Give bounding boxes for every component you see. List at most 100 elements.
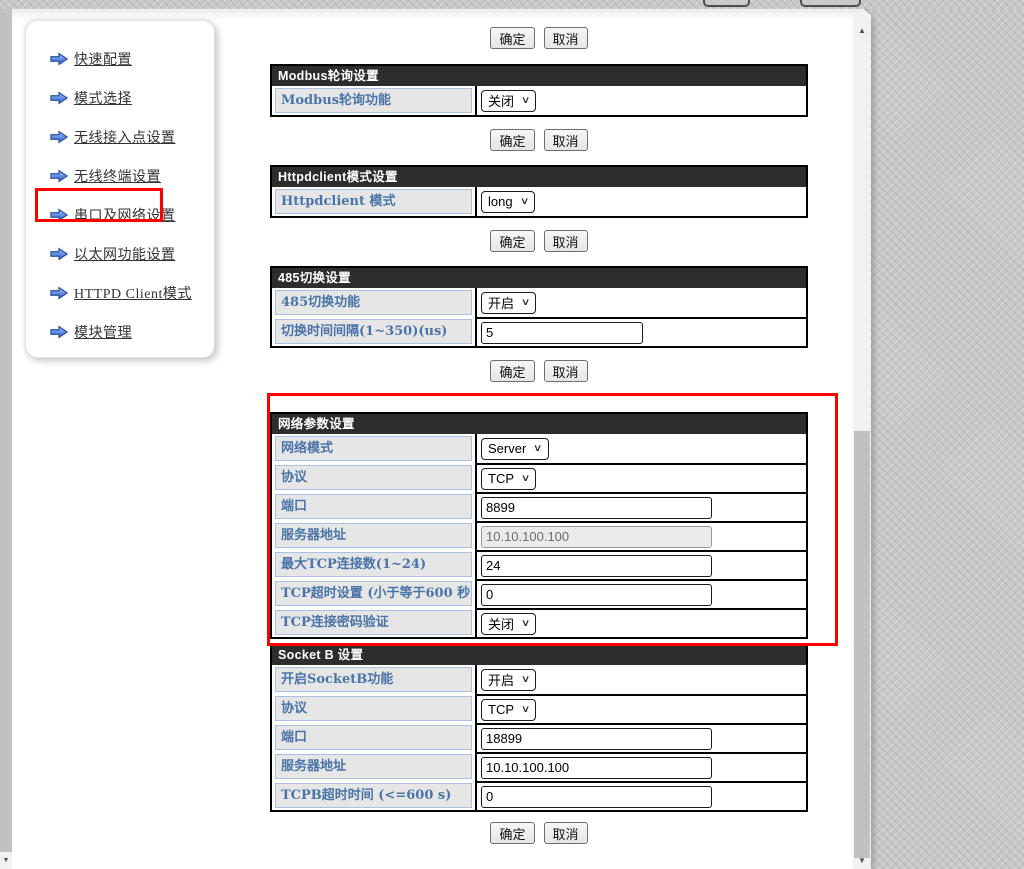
dropdown-select[interactable]: Server∨ bbox=[481, 438, 549, 460]
field-label: 端口 bbox=[275, 725, 472, 750]
scroll-down-icon[interactable]: ▼ bbox=[0, 853, 12, 869]
button-row: 确定 取消 bbox=[270, 129, 808, 151]
sidebar-item[interactable]: 模块管理 bbox=[50, 322, 214, 342]
partial-button-left[interactable] bbox=[703, 0, 750, 7]
blue-arrow-icon bbox=[50, 52, 68, 66]
chevron-down-icon: ∨ bbox=[521, 297, 531, 308]
sidebar-link[interactable]: 模式选择 bbox=[74, 88, 132, 108]
field-value-cell: Server∨ bbox=[475, 434, 806, 463]
frame-scrollbar[interactable]: ▲ ▼ bbox=[853, 14, 871, 869]
field-value-cell: TCP∨ bbox=[475, 463, 806, 492]
text-input[interactable] bbox=[481, 728, 712, 750]
scroll-up-icon[interactable]: ▲ bbox=[853, 22, 871, 39]
sidebar-link[interactable]: 快速配置 bbox=[74, 49, 132, 69]
sidebar-item[interactable]: HTTPD Client模式 bbox=[50, 283, 214, 303]
ok-button[interactable]: 确定 bbox=[490, 822, 534, 844]
field-value-cell bbox=[475, 550, 806, 579]
text-input[interactable] bbox=[481, 322, 643, 344]
chevron-down-icon: ∨ bbox=[521, 95, 531, 106]
blue-arrow-icon bbox=[50, 247, 68, 261]
field-value-cell bbox=[475, 723, 806, 752]
sidebar-item[interactable]: 模式选择 bbox=[50, 88, 214, 108]
sidebar-item[interactable]: 以太网功能设置 bbox=[50, 244, 214, 264]
text-input[interactable] bbox=[481, 584, 712, 606]
dropdown-select[interactable]: 关闭∨ bbox=[481, 90, 536, 112]
sidebar-link[interactable]: 无线终端设置 bbox=[74, 166, 161, 186]
partial-button-right[interactable] bbox=[800, 0, 861, 7]
field-value-cell bbox=[475, 317, 806, 346]
config-row: Httpdclient 模式 long∨ bbox=[272, 187, 806, 216]
section-socket-b: Socket B 设置 开启SocketB功能 开启∨ 协议 bbox=[270, 643, 808, 812]
section-httpdclient: Httpdclient模式设置 Httpdclient 模式 long∨ bbox=[270, 165, 808, 218]
field-value-cell: 关闭∨ bbox=[475, 86, 806, 115]
section-modbus: Modbus轮询设置 Modbus轮询功能 关闭∨ bbox=[270, 64, 808, 117]
section-title: 485切换设置 bbox=[272, 268, 806, 288]
text-input[interactable] bbox=[481, 497, 712, 519]
field-value-cell: 开启∨ bbox=[475, 665, 806, 694]
sidebar-link[interactable]: 模块管理 bbox=[74, 322, 132, 342]
dropdown-select[interactable]: TCP∨ bbox=[481, 468, 536, 490]
scroll-down-icon[interactable]: ▼ bbox=[853, 852, 871, 869]
section-title: Socket B 设置 bbox=[272, 645, 806, 665]
field-label: 协议 bbox=[275, 696, 472, 721]
field-label: 切换时间间隔(1~350)(us) bbox=[275, 319, 472, 344]
chevron-down-icon: ∨ bbox=[533, 443, 543, 454]
cancel-button[interactable]: 取消 bbox=[544, 27, 588, 49]
sidebar-item[interactable]: 串口及网络设置 bbox=[50, 205, 214, 225]
sidebar-link[interactable]: 无线接入点设置 bbox=[74, 127, 176, 147]
config-row: 协议 TCP∨ bbox=[272, 694, 806, 723]
sidebar-link[interactable]: HTTPD Client模式 bbox=[74, 283, 192, 303]
field-value-cell: 关闭∨ bbox=[475, 608, 806, 637]
ok-button[interactable]: 确定 bbox=[490, 360, 534, 382]
text-input-disabled bbox=[481, 526, 712, 548]
frame-scrollbar-thumb[interactable] bbox=[854, 431, 870, 858]
sidebar-link[interactable]: 以太网功能设置 bbox=[74, 244, 176, 264]
text-input[interactable] bbox=[481, 555, 712, 577]
dropdown-select[interactable]: TCP∨ bbox=[481, 699, 536, 721]
dropdown-select[interactable]: 开启∨ bbox=[481, 669, 536, 691]
blue-arrow-icon bbox=[50, 91, 68, 105]
sidebar-link[interactable]: 串口及网络设置 bbox=[74, 205, 176, 225]
ok-button[interactable]: 确定 bbox=[490, 230, 534, 252]
button-row-bottom: 确定 取消 bbox=[270, 822, 808, 844]
sidebar-nav: 快速配置 模式选择 bbox=[25, 20, 215, 358]
ok-button[interactable]: 确定 bbox=[490, 27, 534, 49]
cancel-button[interactable]: 取消 bbox=[544, 129, 588, 151]
field-value-cell bbox=[475, 521, 806, 550]
ok-button[interactable]: 确定 bbox=[490, 129, 534, 151]
field-label: 端口 bbox=[275, 494, 472, 519]
blue-arrow-icon bbox=[50, 286, 68, 300]
sidebar-item[interactable]: 无线接入点设置 bbox=[50, 127, 214, 147]
config-row: 端口 bbox=[272, 723, 806, 752]
field-label: 服务器地址 bbox=[275, 754, 472, 779]
field-value-cell bbox=[475, 492, 806, 521]
field-label: Httpdclient 模式 bbox=[275, 189, 472, 214]
chevron-down-icon: ∨ bbox=[521, 618, 531, 629]
config-row: 协议 TCP∨ bbox=[272, 463, 806, 492]
cancel-button[interactable]: 取消 bbox=[544, 360, 588, 382]
section-title: 网络参数设置 bbox=[272, 414, 806, 434]
field-value-cell bbox=[475, 752, 806, 781]
window-scrollbar[interactable]: ▼ bbox=[0, 0, 12, 869]
field-value-cell: 开启∨ bbox=[475, 288, 806, 317]
cancel-button[interactable]: 取消 bbox=[544, 822, 588, 844]
cancel-button[interactable]: 取消 bbox=[544, 230, 588, 252]
sidebar-item[interactable]: 无线终端设置 bbox=[50, 166, 214, 186]
blue-arrow-icon bbox=[50, 325, 68, 339]
dropdown-select[interactable]: 关闭∨ bbox=[481, 613, 536, 635]
content-panel: 快速配置 模式选择 bbox=[12, 8, 871, 869]
blue-arrow-icon bbox=[50, 169, 68, 183]
browser-viewport: ▼ 快速配置 bbox=[0, 0, 1024, 869]
field-value-cell: TCP∨ bbox=[475, 694, 806, 723]
text-input[interactable] bbox=[481, 757, 712, 779]
sidebar-item[interactable]: 快速配置 bbox=[50, 49, 214, 69]
dropdown-select[interactable]: 开启∨ bbox=[481, 292, 536, 314]
text-input[interactable] bbox=[481, 786, 712, 808]
config-row: Modbus轮询功能 关闭∨ bbox=[272, 86, 806, 115]
chevron-down-icon: ∨ bbox=[521, 674, 531, 685]
config-row: 开启SocketB功能 开启∨ bbox=[272, 665, 806, 694]
dropdown-select[interactable]: long∨ bbox=[481, 191, 535, 213]
window-scrollbar-thumb[interactable] bbox=[0, 8, 12, 852]
field-label: TCPB超时时间 (<=600 s) bbox=[275, 783, 472, 808]
blue-arrow-icon bbox=[50, 208, 68, 222]
